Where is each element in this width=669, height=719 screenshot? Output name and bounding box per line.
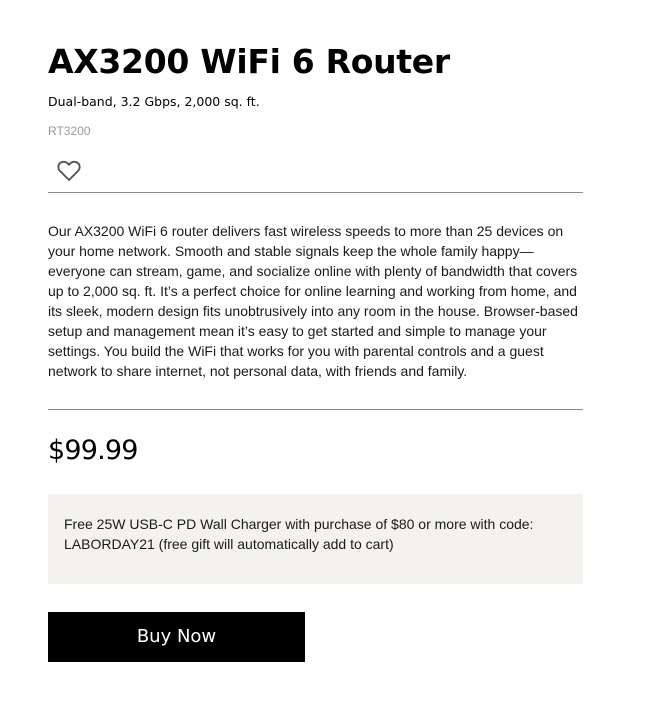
divider-top	[48, 192, 583, 193]
promo-banner: Free 25W USB-C PD Wall Charger with purc…	[48, 494, 583, 584]
promo-text: Free 25W USB-C PD Wall Charger with purc…	[64, 516, 534, 552]
buy-now-button[interactable]: Buy Now	[48, 612, 305, 662]
product-subtitle: Dual-band, 3.2 Gbps, 2,000 sq. ft.	[48, 94, 260, 109]
product-price: $99.99	[48, 435, 138, 466]
divider-bottom	[48, 409, 583, 410]
product-title: AX3200 WiFi 6 Router	[48, 42, 450, 81]
product-sku: RT3200	[48, 124, 91, 138]
wishlist-button[interactable]	[56, 158, 82, 184]
heart-outline-icon	[57, 160, 81, 181]
product-description: Our AX3200 WiFi 6 router delivers fast w…	[48, 223, 578, 379]
